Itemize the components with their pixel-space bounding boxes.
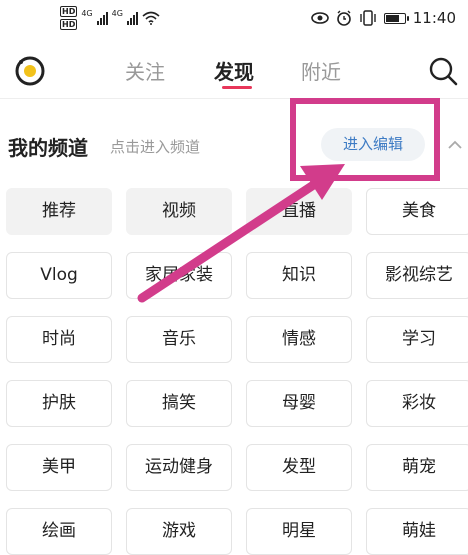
annotation-arrow — [137, 164, 345, 303]
